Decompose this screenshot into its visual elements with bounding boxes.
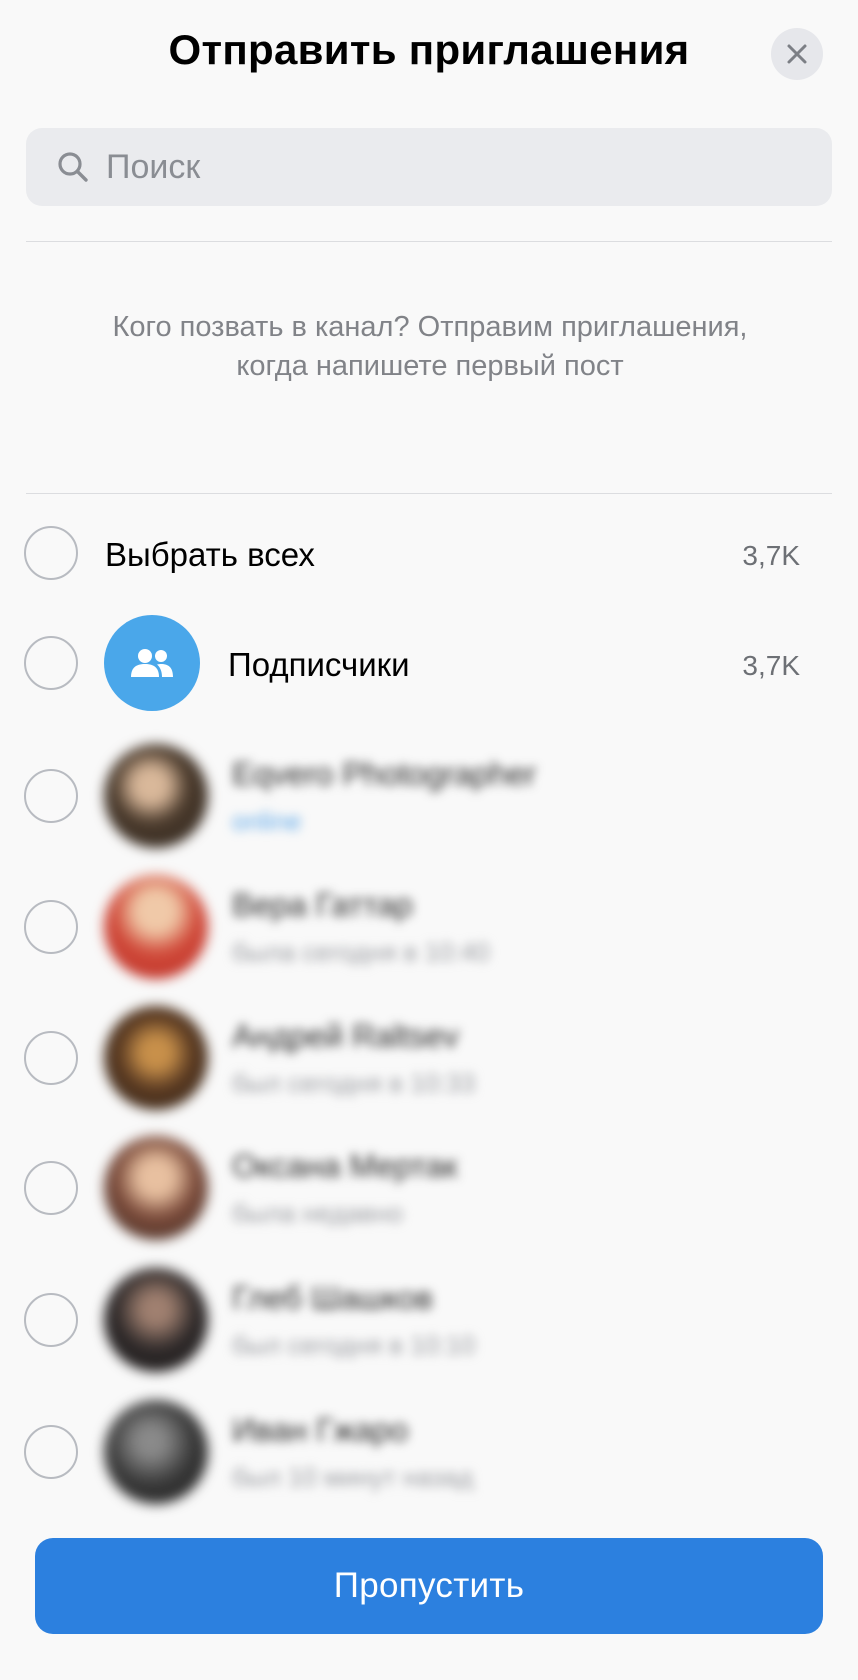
avatar (104, 1268, 208, 1372)
skip-button[interactable]: Пропустить (35, 1538, 823, 1634)
page-title: Отправить приглашения (168, 26, 690, 73)
subscribers-count: 3,7K (742, 650, 800, 681)
search-bar (26, 128, 832, 206)
contact-name: Иван Гжаро (232, 1412, 409, 1448)
header: Отправить приглашения (0, 0, 858, 106)
contact-status: был сегодня в 10:33 (232, 1068, 476, 1098)
contact-radio[interactable] (24, 1425, 78, 1479)
avatar (104, 744, 208, 848)
contact-status: была сегодня в 10:40 (232, 937, 490, 967)
subscribers-label: Подписчики (228, 646, 410, 683)
subscribers-radio[interactable] (24, 636, 78, 690)
contact-radio[interactable] (24, 1161, 78, 1215)
contact-status: был 10 минут назад (232, 1462, 474, 1492)
contact-row[interactable]: Eqvero Photographer online (0, 734, 858, 854)
contact-status: online (232, 806, 302, 836)
avatar (104, 875, 208, 979)
avatar (104, 1136, 208, 1240)
contact-name: Андрей Raltsev (232, 1018, 459, 1054)
contact-name: Глеб Шашков (232, 1280, 433, 1316)
contact-row[interactable]: Иван Гжаро был 10 минут назад (0, 1390, 858, 1510)
contact-row[interactable]: Глеб Шашков был сегодня в 10:10 (0, 1258, 858, 1378)
search-input[interactable] (106, 128, 806, 206)
invite-info-text: Кого позвать в канал? Отправим приглашен… (112, 311, 748, 382)
select-all-radio[interactable] (24, 526, 78, 580)
contact-name: Eqvero Photographer (232, 756, 537, 792)
close-icon (787, 44, 807, 64)
users-icon (131, 649, 173, 677)
contact-name: Оксана Мертак (232, 1148, 458, 1184)
contact-radio[interactable] (24, 1293, 78, 1347)
avatar (104, 1400, 208, 1504)
avatar (104, 1006, 208, 1110)
search-icon (58, 152, 88, 182)
subscribers-avatar (104, 615, 200, 711)
contact-radio[interactable] (24, 769, 78, 823)
contact-row[interactable]: Андрей Raltsev был сегодня в 10:33 (0, 996, 858, 1116)
contact-radio[interactable] (24, 900, 78, 954)
contact-status: был сегодня в 10:10 (232, 1330, 476, 1360)
divider (26, 241, 832, 242)
contact-name: Вера Гаттар (232, 887, 413, 923)
contact-row[interactable]: Оксана Мертак была недавно (0, 1126, 858, 1246)
contact-status: была недавно (232, 1198, 403, 1228)
close-button[interactable] (771, 28, 823, 80)
invite-screen: Отправить приглашения Кого позвать в кан… (0, 0, 858, 1680)
subscribers-row[interactable]: Подписчики 3,7K (0, 604, 858, 724)
select-all-count: 3,7K (742, 540, 800, 571)
contact-radio[interactable] (24, 1031, 78, 1085)
contact-row[interactable]: Вера Гаттар была сегодня в 10:40 (0, 865, 858, 985)
select-all-row[interactable]: Выбрать всех 3,7K (0, 494, 858, 614)
select-all-label: Выбрать всех (105, 536, 315, 573)
